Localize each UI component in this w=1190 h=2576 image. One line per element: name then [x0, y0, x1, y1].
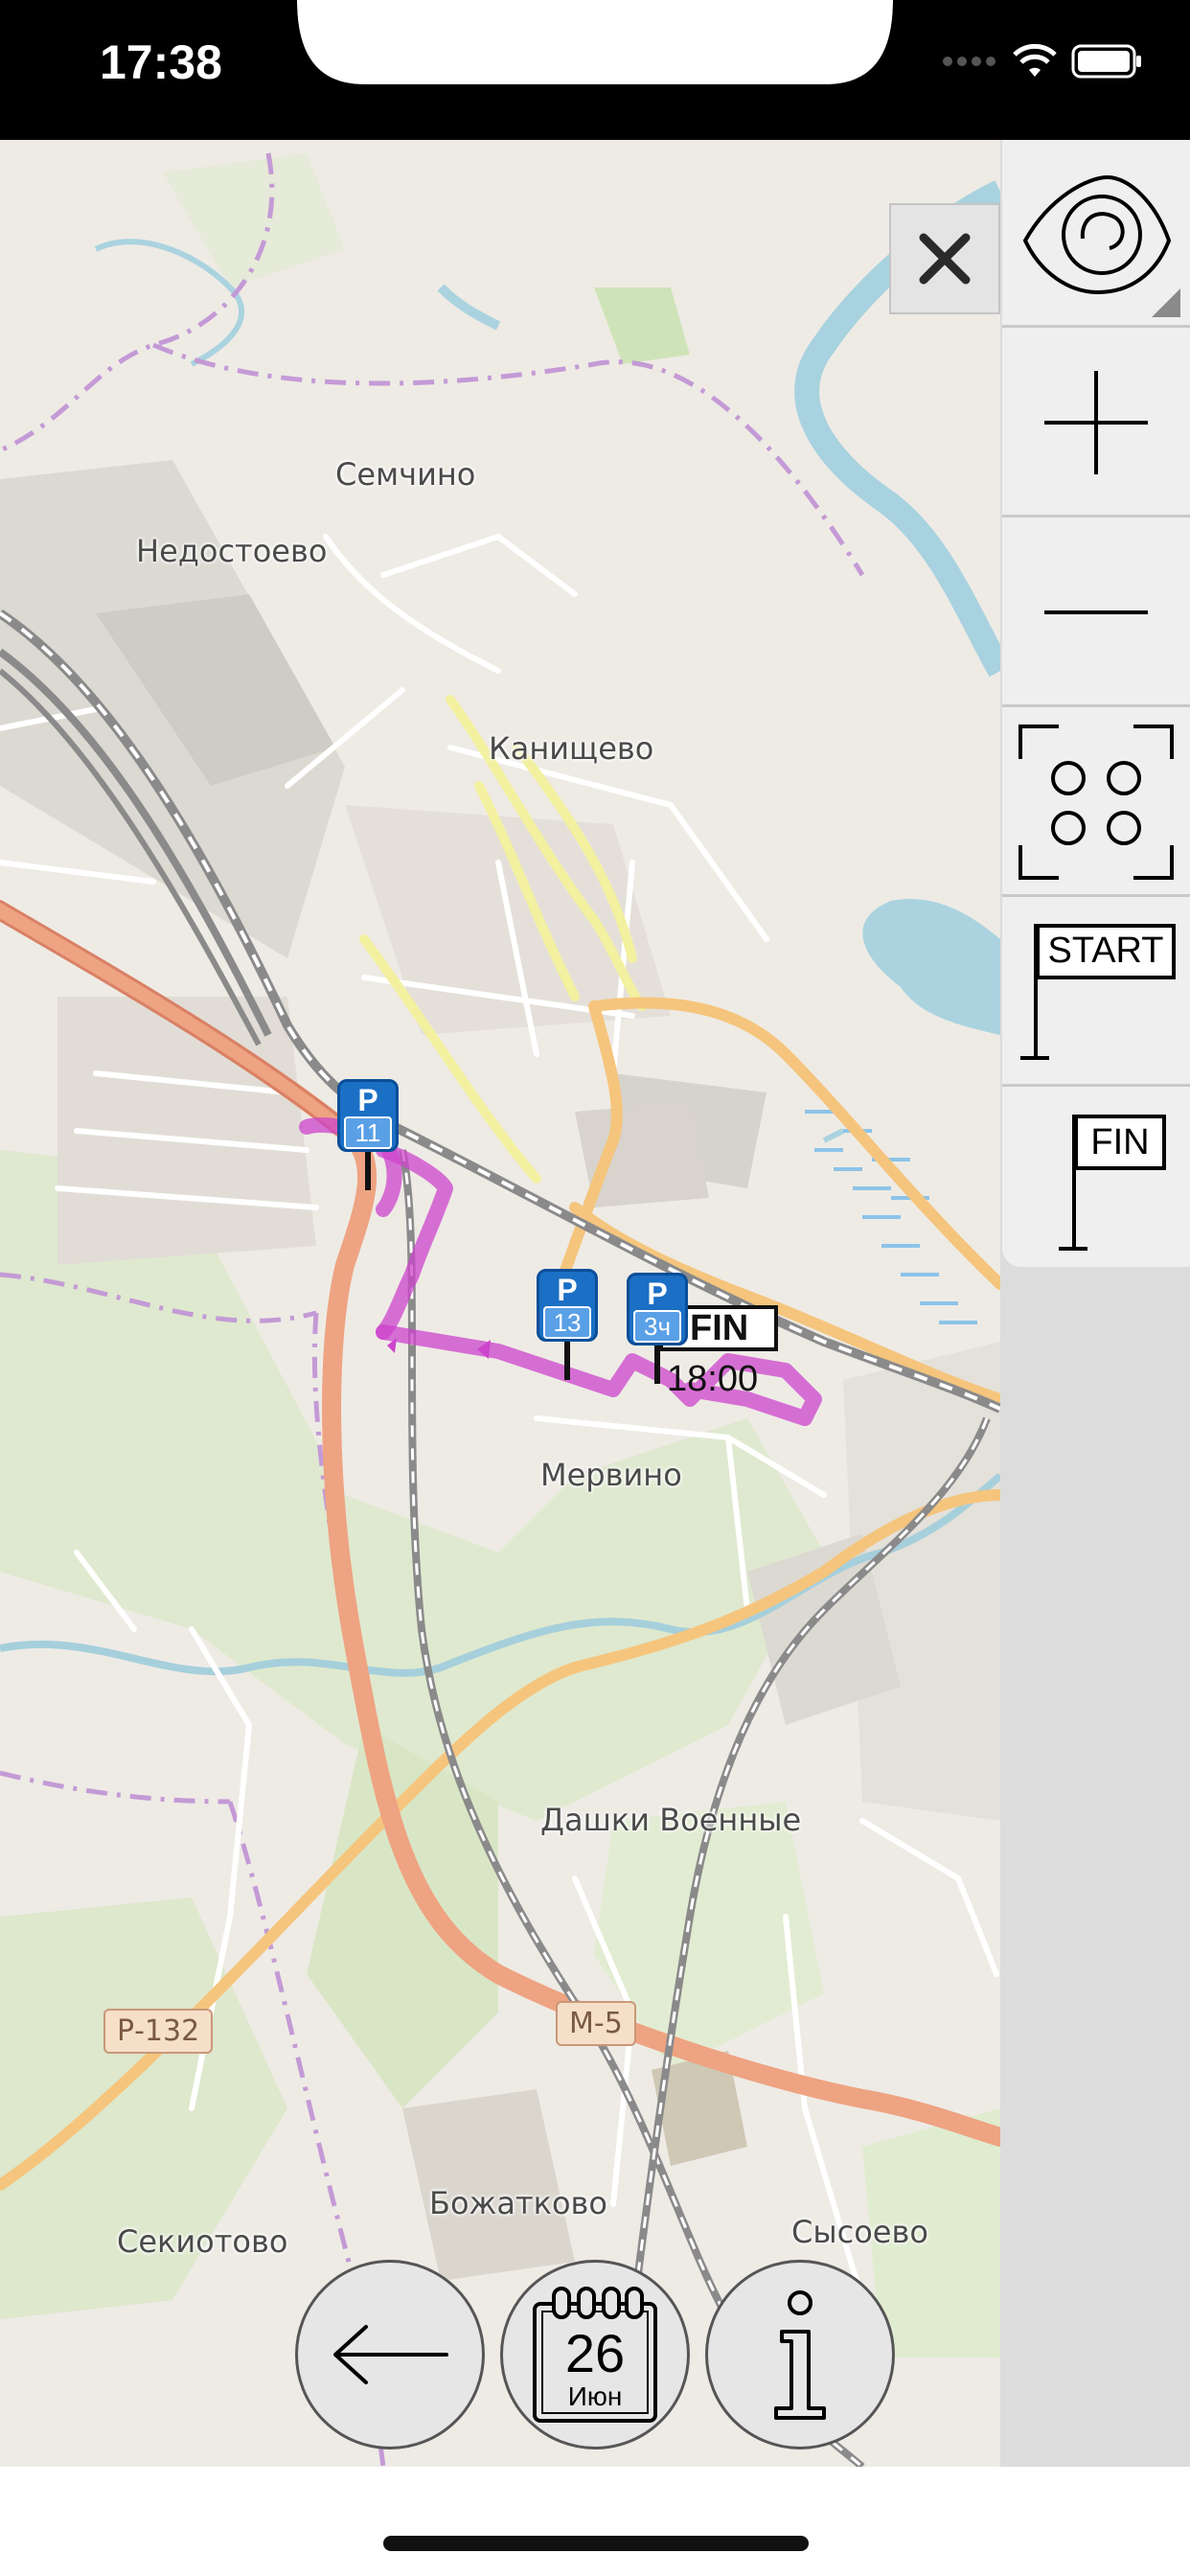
back-arrow-icon [333, 2325, 448, 2384]
visibility-button[interactable] [1002, 140, 1190, 328]
start-flag-button[interactable]: START [1002, 899, 1190, 1087]
finish-flag-icon: FIN [1015, 1111, 1178, 1254]
zoom-out-button[interactable] [1002, 519, 1190, 707]
parking-letter: P [557, 1273, 578, 1307]
info-icon [774, 2290, 826, 2420]
place-label: Семчино [335, 456, 476, 493]
marker-stick [365, 1152, 371, 1190]
bottom-safe-area [0, 2467, 1190, 2576]
home-indicator[interactable] [383, 2536, 809, 2551]
visibility-eye-icon [1022, 174, 1180, 317]
place-label: Сысоево [791, 2214, 928, 2250]
place-label: Дашки Военные [540, 1802, 802, 1838]
close-button[interactable] [889, 203, 1000, 314]
status-bar: 17:38 [0, 0, 1190, 140]
status-icons [941, 44, 1142, 79]
info-button[interactable] [705, 2260, 895, 2450]
status-time: 17:38 [100, 35, 222, 89]
calendar-day: 26 [564, 2323, 626, 2383]
place-label: Мервино [540, 1457, 682, 1493]
parking-letter: P [357, 1083, 378, 1117]
start-flag-icon: START [1015, 920, 1178, 1064]
finish-flag-button[interactable]: FIN [1002, 1089, 1190, 1267]
parking-pin[interactable]: P 11 [337, 1079, 399, 1152]
signal-dots-icon [943, 57, 995, 66]
calendar-button[interactable]: 26 Июн [500, 2260, 690, 2450]
parking-pin[interactable]: P 13 [537, 1269, 598, 1342]
back-button[interactable] [295, 2260, 485, 2450]
map-tiles[interactable] [0, 140, 1000, 2467]
road-shield: Р-132 [103, 2009, 214, 2054]
tool-stack: START FIN [1002, 140, 1190, 1267]
map-view[interactable]: Семчино Недостоево Канищево Мервино Дашк… [0, 140, 1000, 2467]
finish-flag-label: FIN [1090, 1121, 1150, 1162]
parking-marker[interactable]: P 3ч [627, 1273, 688, 1384]
zoom-in-icon [1044, 370, 1148, 474]
place-label: Секиотово [117, 2223, 288, 2260]
fit-view-icon [1018, 724, 1174, 880]
calendar-icon: 26 Июн [523, 2283, 667, 2426]
battery-icon [1071, 44, 1141, 79]
calendar-month: Июн [567, 2381, 623, 2411]
parking-letter: P [647, 1276, 668, 1311]
parking-marker[interactable]: P 11 [337, 1079, 399, 1190]
start-flag-label: START [1047, 931, 1164, 971]
place-label: Недостоево [136, 533, 328, 569]
parking-value: 13 [543, 1306, 591, 1339]
parking-pin[interactable]: P 3ч [627, 1273, 688, 1346]
zoom-out-icon [1044, 610, 1148, 614]
place-label: Канищево [489, 730, 654, 767]
close-icon [919, 233, 971, 285]
marker-stick [654, 1346, 660, 1384]
parking-value: 11 [344, 1116, 392, 1149]
parking-marker[interactable]: P 13 [537, 1269, 598, 1380]
fit-view-button[interactable] [1002, 709, 1190, 897]
parking-value: 3ч [633, 1310, 681, 1343]
place-label: Божатково [429, 2185, 607, 2221]
wifi-icon [1013, 44, 1057, 77]
zoom-in-button[interactable] [1002, 330, 1190, 518]
marker-stick [564, 1342, 570, 1380]
road-shield: М-5 [556, 2001, 636, 2046]
